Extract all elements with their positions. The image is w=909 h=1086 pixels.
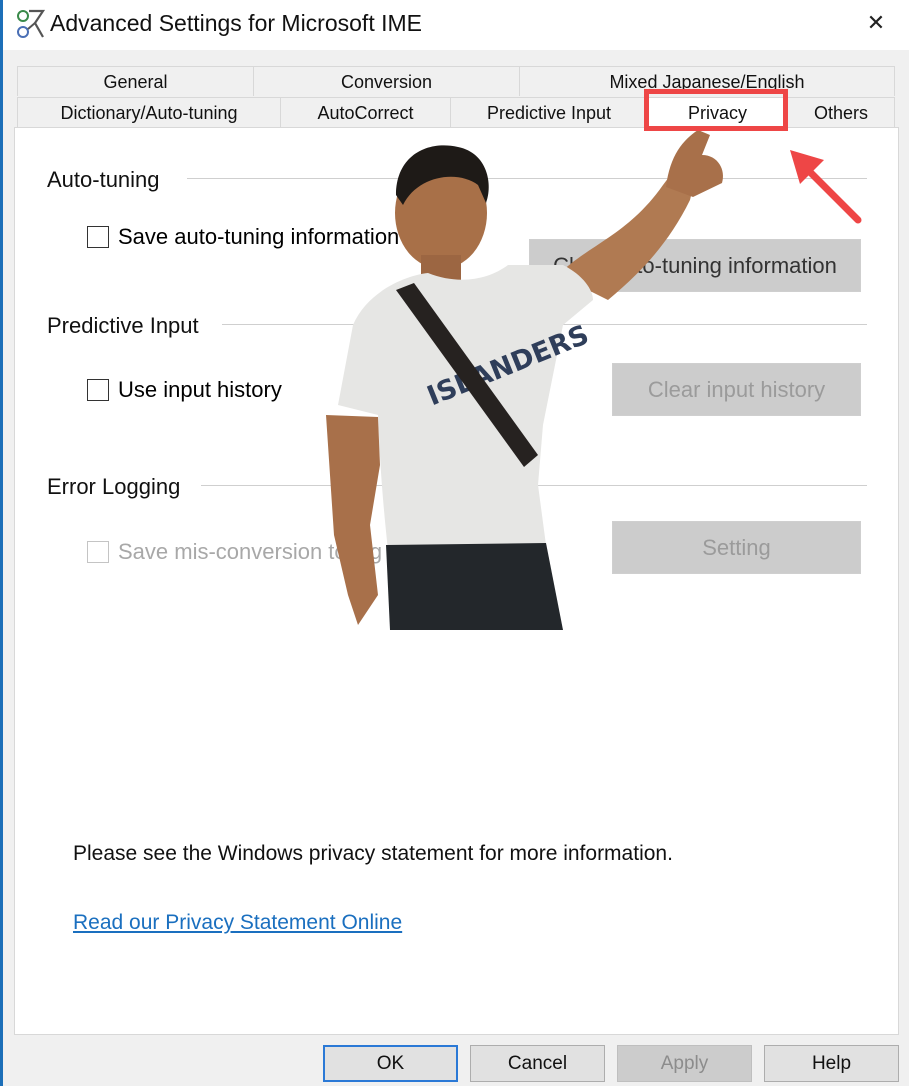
tab-general[interactable]: General: [17, 66, 253, 96]
desktop-edge: [0, 0, 3, 1086]
pointing-person-overlay: ISLANDERS: [326, 130, 724, 630]
tab-conversion[interactable]: Conversion: [253, 66, 519, 96]
tab-others[interactable]: Others: [787, 97, 895, 127]
use-input-history-label: Use input history: [118, 377, 282, 402]
privacy-notice: Please see the Windows privacy statement…: [73, 842, 673, 865]
ok-button[interactable]: OK: [323, 1045, 458, 1082]
cancel-button[interactable]: Cancel: [470, 1045, 605, 1082]
red-arrow-icon: [790, 150, 862, 224]
autotuning-section-title: Auto-tuning: [47, 167, 160, 192]
errorlog-section-title: Error Logging: [47, 474, 181, 499]
close-icon[interactable]: ✕: [861, 8, 891, 38]
privacy-statement-link[interactable]: Read our Privacy Statement Online: [73, 911, 402, 935]
save-autotuning-checkbox[interactable]: [87, 226, 109, 248]
save-misconversion-checkbox[interactable]: [87, 541, 109, 563]
tab-predictive-input[interactable]: Predictive Input: [450, 97, 647, 127]
predictive-section-title: Predictive Input: [47, 313, 199, 338]
window-title: Advanced Settings for Microsoft IME: [50, 10, 422, 36]
app-ime-icon: [17, 9, 46, 38]
tab-autocorrect[interactable]: AutoCorrect: [280, 97, 450, 127]
use-input-history-checkbox-row[interactable]: Use input history: [87, 377, 282, 403]
tab-dictionary-autotuning[interactable]: Dictionary/Auto-tuning: [17, 97, 280, 127]
use-input-history-checkbox[interactable]: [87, 379, 109, 401]
title-bar: Advanced Settings for Microsoft IME ✕: [3, 0, 909, 50]
apply-button[interactable]: Apply: [617, 1045, 752, 1082]
help-button[interactable]: Help: [764, 1045, 899, 1082]
privacy-tab-highlight: [644, 89, 788, 131]
